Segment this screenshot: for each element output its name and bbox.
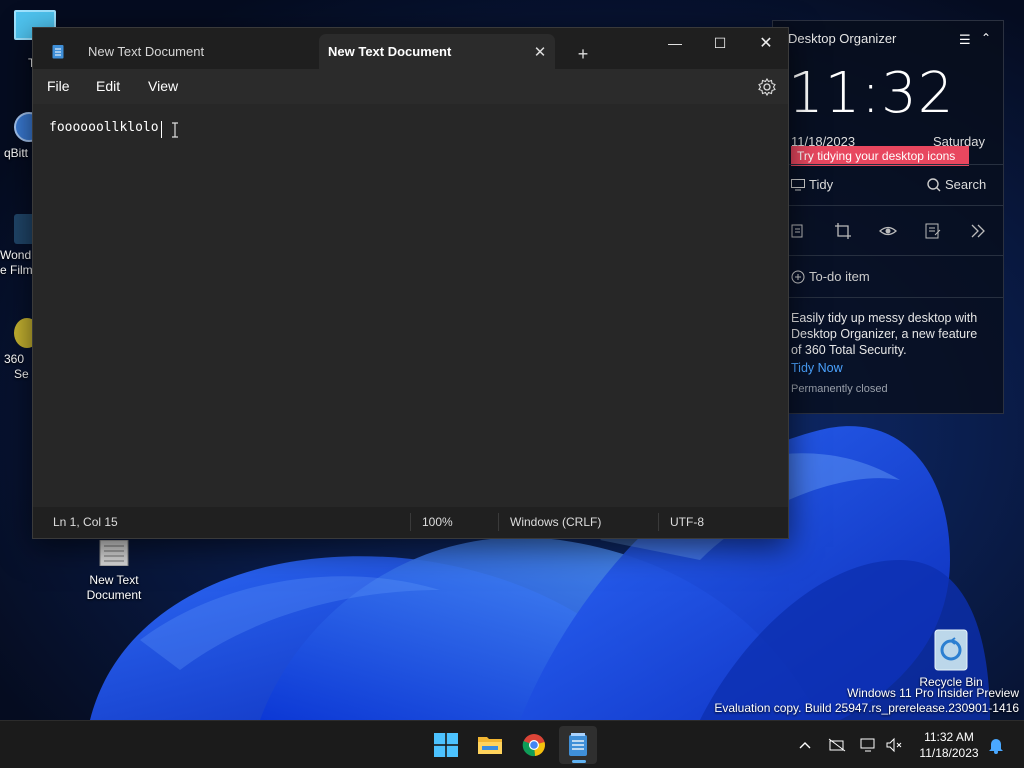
organizer-description: Easily tidy up messy desktop with Deskto… — [791, 311, 978, 357]
volume-muted-icon[interactable] — [885, 736, 903, 754]
folder-icon — [478, 737, 502, 754]
organizer-clock: 11:32 — [788, 61, 955, 126]
title-bar[interactable]: New Text Document New Text Document ✕ + … — [33, 28, 788, 69]
watermark-build: Evaluation copy. Build 25947.rs_prerelea… — [714, 701, 1019, 715]
note-icon[interactable] — [924, 222, 942, 240]
chrome-icon — [522, 734, 545, 757]
permanently-closed-link[interactable]: Permanently closed — [791, 383, 888, 395]
status-encoding[interactable]: UTF-8 — [670, 515, 704, 529]
organizer-divider — [773, 205, 1003, 206]
status-cursor-position: Ln 1, Col 15 — [53, 515, 118, 529]
new-tab-button[interactable]: + — [569, 40, 597, 68]
minimize-button[interactable]: — — [652, 28, 698, 58]
recycle-bin-icon — [934, 629, 968, 671]
tab-title: New Text Document — [88, 44, 205, 59]
notification-bell-icon[interactable] — [987, 736, 1005, 754]
settings-gear-icon[interactable] — [756, 76, 778, 98]
device-disconnected-icon[interactable] — [828, 736, 846, 754]
notepad-taskbar-button[interactable] — [559, 726, 597, 764]
menu-edit[interactable]: Edit — [96, 78, 120, 94]
text-caret — [161, 121, 162, 138]
status-divider — [658, 513, 659, 531]
organizer-divider — [773, 164, 1003, 165]
ibeam-cursor-icon — [172, 122, 178, 138]
clock-time: 11:32 AM — [924, 730, 974, 744]
tidy-button[interactable]: Tidy — [791, 177, 833, 192]
add-todo-item[interactable]: To-do item — [791, 269, 870, 284]
organizer-tip-banner[interactable]: Try tidying your desktop icons — [791, 146, 969, 166]
status-divider — [498, 513, 499, 531]
tab-title: New Text Document — [328, 44, 452, 59]
status-bar: Ln 1, Col 15 100% Windows (CRLF) UTF-8 — [33, 507, 788, 538]
clock-date: 11/18/2023 — [919, 746, 979, 760]
organizer-menu-icon[interactable]: ☰ — [959, 32, 971, 48]
plus-circle-icon — [791, 270, 805, 283]
organizer-title: Desktop Organizer — [788, 31, 897, 46]
status-zoom[interactable]: 100% — [422, 515, 453, 529]
monitor-icon — [791, 178, 805, 190]
tab-new-text-document-1[interactable]: New Text Document — [41, 34, 277, 69]
file-explorer-button[interactable] — [471, 726, 509, 764]
editor-content[interactable]: foooooollklolo — [49, 120, 159, 135]
notepad-window: New Text Document New Text Document ✕ + … — [32, 27, 789, 539]
windows-logo-icon — [434, 733, 458, 757]
search-icon — [927, 177, 941, 191]
notepad-tab-icon — [52, 45, 64, 59]
desktop-icon-recycle-bin[interactable]: Recycle Bin — [912, 626, 990, 690]
desktop-organizer-widget: Desktop Organizer ☰ ⌃ 11:32 11/18/2023 S… — [772, 20, 1004, 414]
start-button[interactable] — [427, 726, 465, 764]
desktop-icon-new-text-document[interactable]: New Text Document — [78, 540, 150, 603]
text-editor[interactable]: foooooollklolo — [33, 104, 788, 508]
crop-icon[interactable] — [834, 222, 852, 240]
taskbar: 11:32 AM 11/18/2023 — [0, 720, 1024, 768]
chrome-button[interactable] — [515, 726, 553, 764]
organizer-collapse-icon[interactable]: ⌃ — [981, 31, 991, 45]
close-button[interactable]: ✕ — [743, 28, 789, 58]
status-line-ending[interactable]: Windows (CRLF) — [510, 515, 601, 529]
active-app-indicator — [572, 760, 586, 763]
tab-close-icon[interactable]: ✕ — [525, 34, 555, 69]
chevron-up-icon[interactable] — [796, 736, 814, 754]
tidy-label: Tidy — [809, 177, 834, 192]
chevron-double-right-icon[interactable] — [969, 222, 987, 240]
notepad-icon — [569, 733, 587, 756]
menu-view[interactable]: View — [148, 78, 178, 94]
search-label: Search — [945, 177, 987, 192]
todo-label: To-do item — [809, 269, 870, 284]
tidy-now-link[interactable]: Tidy Now — [791, 361, 843, 375]
menu-file[interactable]: File — [47, 78, 70, 94]
menu-bar: File Edit View — [33, 69, 788, 104]
watermark-edition: Windows 11 Pro Insider Preview — [847, 686, 1019, 700]
organizer-divider — [773, 297, 1003, 298]
copy-icon[interactable] — [789, 222, 807, 240]
maximize-button[interactable]: ☐ — [697, 28, 743, 58]
tab-new-text-document-2[interactable]: New Text Document ✕ — [319, 34, 555, 69]
status-divider — [410, 513, 411, 531]
eye-icon[interactable] — [879, 222, 897, 240]
text-document-icon — [99, 540, 129, 566]
network-monitor-icon[interactable] — [860, 736, 878, 754]
organizer-divider — [773, 255, 1003, 256]
taskbar-clock[interactable]: 11:32 AM 11/18/2023 — [913, 729, 985, 761]
search-button[interactable]: Search — [927, 177, 986, 192]
